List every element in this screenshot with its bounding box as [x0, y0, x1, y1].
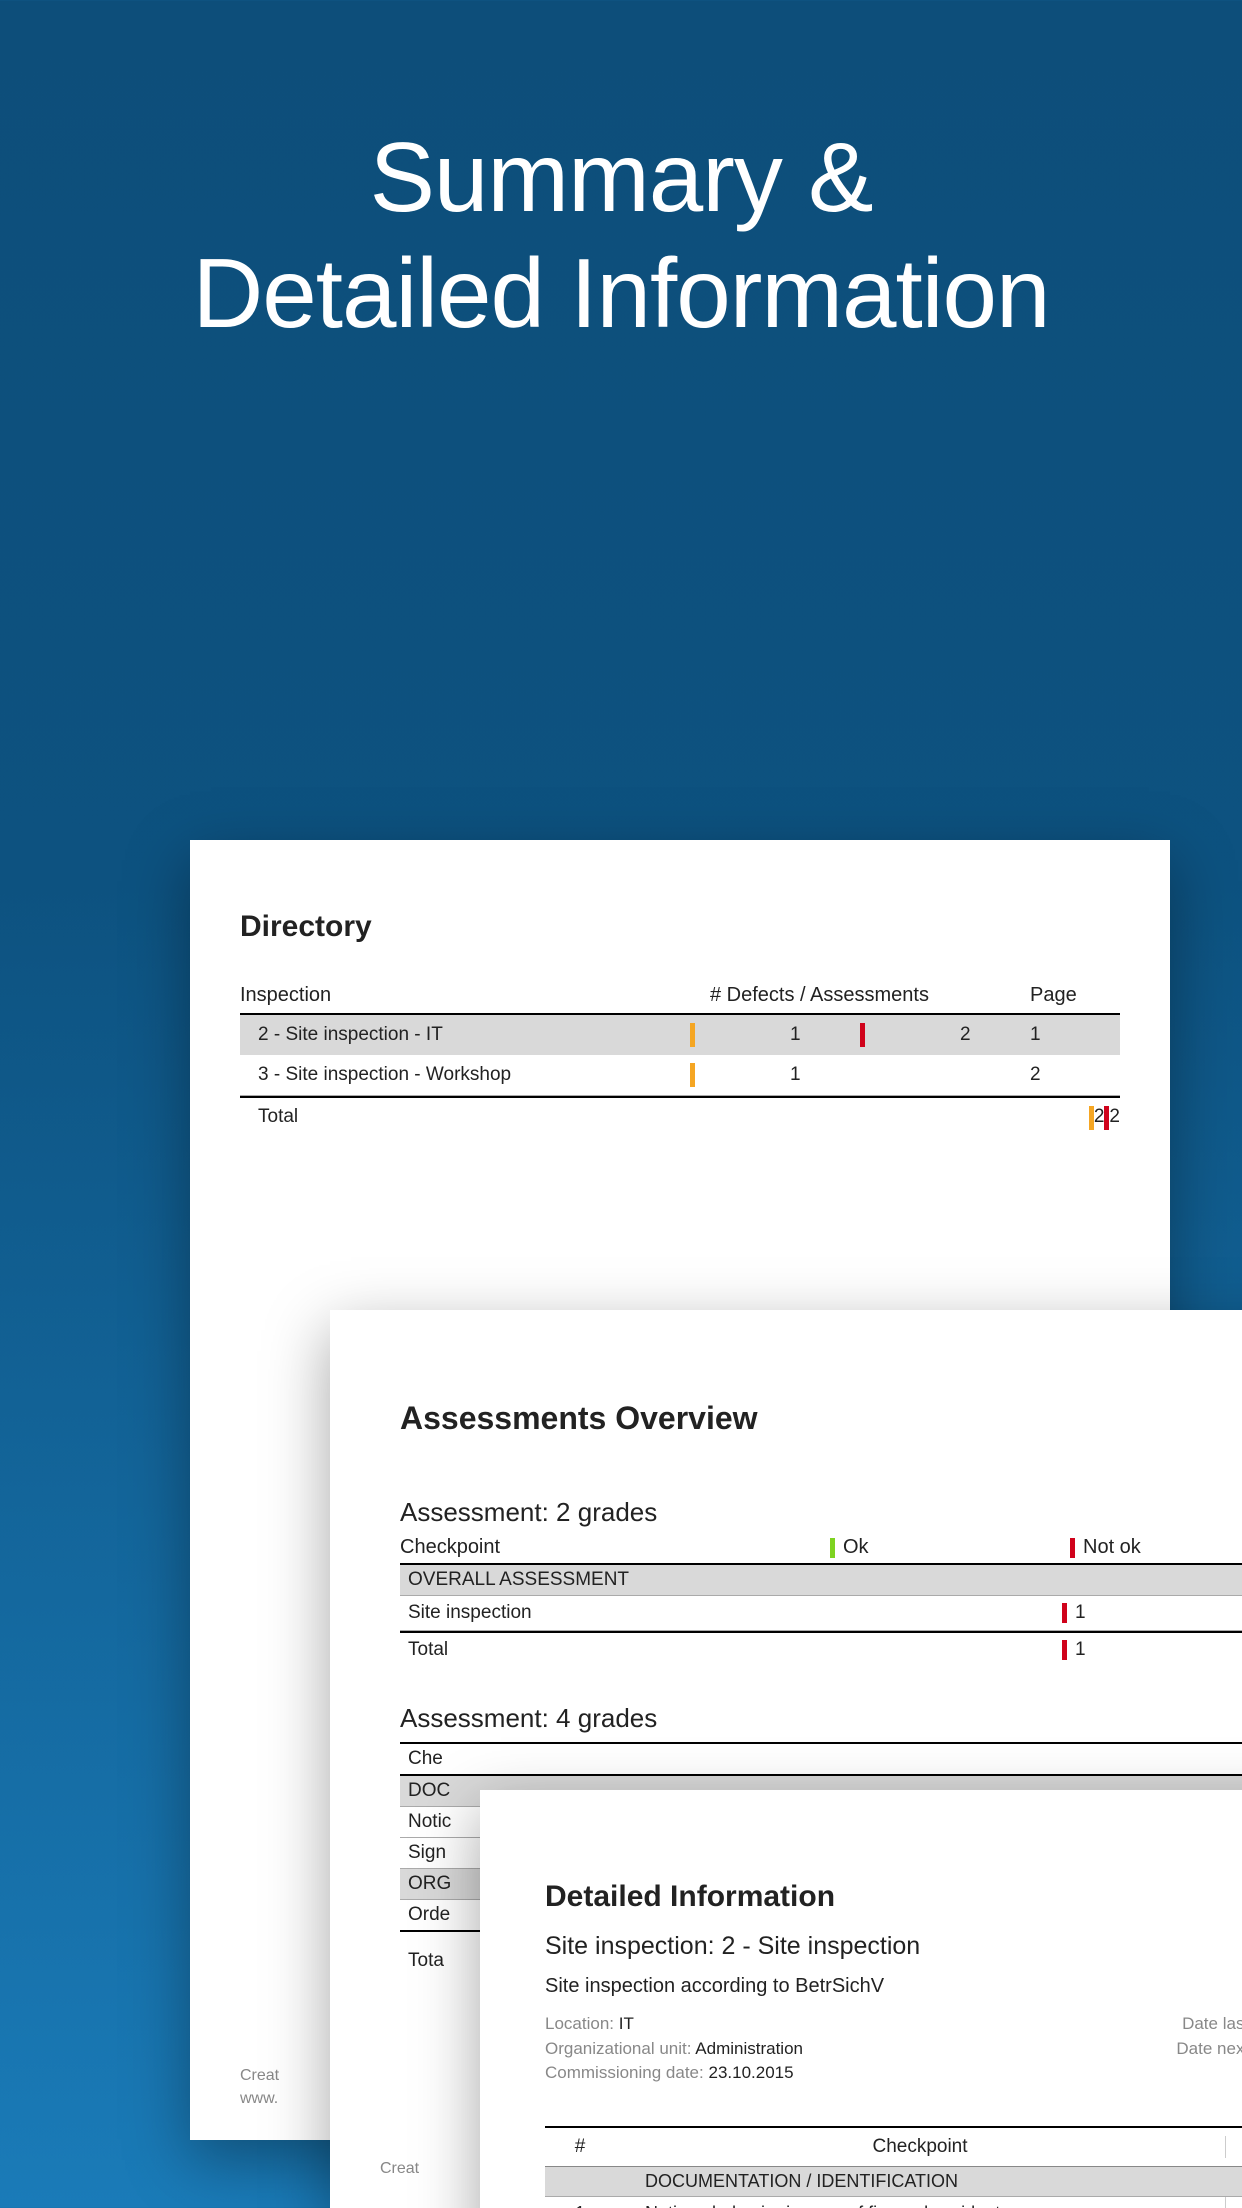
detailed-table: # Checkpoint Assessment DOCUMENTATION / … [545, 2126, 1242, 2208]
directory-col-page: Page [1030, 984, 1120, 1007]
directory-col-defects: # Defects / Assessments [710, 984, 1030, 1007]
grades2-header: Checkpoint Ok Not ok [400, 1536, 1242, 1565]
tick-red-icon [1070, 1538, 1075, 1558]
meta-org-key: Organizational unit: [545, 2039, 691, 2058]
row1-assessment: To be fixed [1225, 2197, 1242, 2208]
directory-row-page: 1 [1030, 1024, 1120, 1046]
directory-row: 2 - Site inspection - IT 1 2 1 [240, 1015, 1120, 1055]
grades2-section: OVERALL ASSESSMENT [400, 1565, 1242, 1596]
detailed-meta: Location: IT Organizational unit: Admini… [545, 2012, 1242, 2086]
sheet2-footer: Creat [380, 2158, 419, 2180]
directory-row-label: 2 - Site inspection - IT [258, 1024, 690, 1046]
footer-line: Creat [240, 2065, 279, 2087]
grades2-total-notok: 1 [1062, 1639, 1242, 1661]
directory-total-v2: 2 [1109, 1106, 1120, 1136]
directory-header-row: Inspection # Defects / Assessments Page [240, 984, 1120, 1015]
detailed-thead: # Checkpoint Assessment [545, 2128, 1242, 2167]
directory-row-page: 2 [1030, 1064, 1120, 1086]
meta-org-val: Administration [695, 2039, 803, 2058]
th-num: # [545, 2136, 615, 2158]
directory-total-row: Total 2 2 [240, 1098, 1120, 1144]
row1-notice: Notice - behavior in case of fire and ac… [645, 2203, 1215, 2208]
grades2-col-ok: Ok [830, 1536, 1070, 1559]
bar-orange-icon [690, 1023, 695, 1047]
directory-col-inspection: Inspection [240, 984, 710, 1007]
bar-red-icon [860, 1023, 865, 1047]
directory-total-v1: 2 [1094, 1106, 1105, 1136]
grades2-total-label: Total [408, 1639, 822, 1661]
sheet-detailed: Detailed Information Site inspection: 2 … [480, 1790, 1242, 2208]
tick-red-icon [1062, 1603, 1067, 1623]
directory-title: Directory [240, 910, 1120, 944]
grades2-col-checkpoint: Checkpoint [400, 1536, 830, 1559]
bar-orange-icon [690, 1063, 695, 1087]
grades2-row-label: Site inspection [408, 1602, 822, 1624]
grades2-total: Total 1 [400, 1631, 1242, 1667]
directory-row: 3 - Site inspection - Workshop 1 2 [240, 1055, 1120, 1096]
tick-red-icon [1062, 1640, 1067, 1660]
detailed-title: Detailed Information [545, 1880, 1242, 1914]
directory-row-label: 3 - Site inspection - Workshop [258, 1064, 690, 1086]
footer-line: www. [240, 2088, 279, 2110]
meta-last-key: Date last inspection: [1182, 2014, 1242, 2033]
grades2-subtitle: Assessment: 2 grades [400, 1497, 1242, 1528]
meta-comm-val: 23.10.2015 [708, 2063, 793, 2082]
directory-row-assessments: 2 [960, 1024, 1030, 1046]
grades2-row-notok: 1 [1062, 1602, 1242, 1624]
th-assessment: Assessment [1225, 2136, 1242, 2158]
stage: Directory Inspection # Defects / Assessm… [0, 0, 1242, 2208]
grades2-col-notok: Not ok [1070, 1536, 1242, 1559]
detailed-according: Site inspection according to BetrSichV [545, 1975, 1242, 1998]
meta-comm-key: Commissioning date: [545, 2063, 704, 2082]
th-checkpoint: Checkpoint [615, 2136, 1225, 2158]
row-num: 1 [545, 2197, 615, 2208]
grades4-stub: Che [400, 1744, 1242, 1776]
meta-location-val: IT [619, 2014, 634, 2033]
directory-total-label: Total [258, 1106, 1089, 1136]
directory-row-defects: 1 [790, 1064, 860, 1086]
assessments-title: Assessments Overview [400, 1400, 1242, 1437]
detailed-subtitle: Site inspection: 2 - Site inspection [545, 1932, 1242, 1961]
grades4-subtitle: Assessment: 4 grades [400, 1703, 1242, 1734]
grades2-row: Site inspection 1 [400, 1596, 1242, 1631]
sheet1-footer: Creat www. [240, 2065, 279, 2110]
directory-row-defects: 1 [790, 1024, 860, 1046]
section-documentation: DOCUMENTATION / IDENTIFICATION [545, 2167, 1242, 2197]
meta-next-key: Date next inspection: [1176, 2039, 1242, 2058]
tick-green-icon [830, 1538, 835, 1558]
meta-location-key: Location: [545, 2014, 614, 2033]
table-row: 1 Notice - behavior in case of fire and … [545, 2197, 1242, 2208]
